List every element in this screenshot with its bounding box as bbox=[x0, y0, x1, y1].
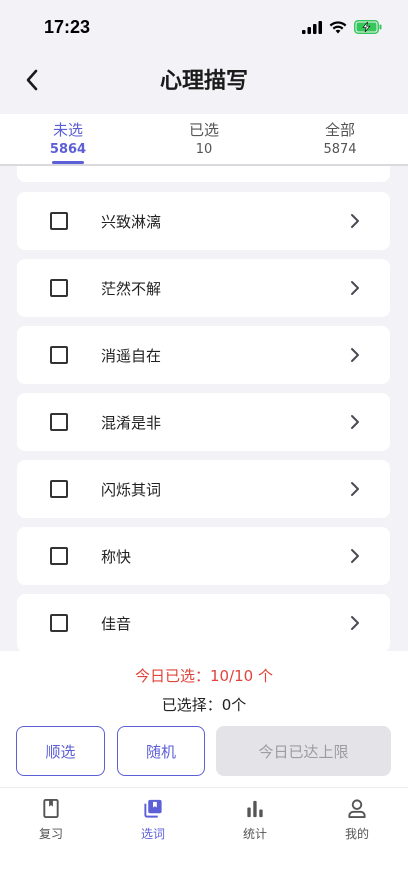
list-item[interactable]: 称快 bbox=[17, 527, 390, 585]
tabbar-label: 复习 bbox=[38, 827, 63, 841]
list-item[interactable]: 佳音 bbox=[17, 594, 390, 651]
tab-label: 未选 bbox=[52, 121, 83, 139]
wifi-icon bbox=[329, 20, 347, 33]
item-label: 称快 bbox=[101, 547, 132, 566]
item-checkbox[interactable] bbox=[50, 614, 68, 632]
item-label: 佳音 bbox=[101, 614, 132, 633]
item-label: 消遥自在 bbox=[101, 346, 162, 365]
chevron-left-icon bbox=[26, 69, 38, 91]
item-checkbox[interactable] bbox=[50, 346, 68, 364]
item-checkbox[interactable] bbox=[50, 547, 68, 565]
person-icon bbox=[348, 799, 366, 819]
tab-label: 已选 bbox=[188, 121, 219, 139]
bar-chart-icon bbox=[247, 800, 263, 818]
list-item[interactable]: 茫然不解 bbox=[17, 259, 390, 317]
chevron-right-icon[interactable] bbox=[350, 347, 360, 363]
list-item[interactable]: 消遥自在 bbox=[17, 326, 390, 384]
nav-bar: 心理描写 bbox=[0, 54, 408, 114]
chevron-right-icon[interactable] bbox=[350, 280, 360, 296]
tabbar-item-review[interactable]: 复习 bbox=[16, 798, 86, 842]
item-label: 混淆是非 bbox=[101, 413, 162, 432]
item-label: 兴致淋漓 bbox=[101, 212, 162, 231]
daily-selected-status: 今日已选：10/10 个 bbox=[135, 667, 273, 685]
item-checkbox[interactable] bbox=[50, 212, 68, 230]
tabbar-item-profile[interactable]: 我的 bbox=[322, 798, 392, 842]
chevron-right-icon[interactable] bbox=[350, 481, 360, 497]
tab-all[interactable]: 全部 5874 bbox=[272, 114, 408, 164]
item-label: 茫然不解 bbox=[101, 279, 162, 298]
status-bar: 17:23 bbox=[0, 0, 408, 54]
tab-unselected[interactable]: 未选 5864 bbox=[0, 114, 136, 164]
home-indicator bbox=[136, 870, 272, 875]
chevron-right-icon[interactable] bbox=[350, 414, 360, 430]
list-item-partial bbox=[17, 166, 390, 182]
list-item[interactable]: 混淆是非 bbox=[17, 393, 390, 451]
battery-charging-icon bbox=[354, 20, 382, 34]
status-time: 17:23 bbox=[44, 16, 91, 37]
chevron-right-icon[interactable] bbox=[350, 213, 360, 229]
word-list[interactable]: 兴致淋漓 茫然不解 消遥自在 混淆是非 闪烁其词 称快 佳音 bbox=[0, 166, 408, 651]
item-checkbox[interactable] bbox=[50, 480, 68, 498]
chevron-right-icon[interactable] bbox=[350, 615, 360, 631]
chevron-right-icon[interactable] bbox=[350, 548, 360, 564]
tabbar-label: 统计 bbox=[242, 827, 267, 841]
item-checkbox[interactable] bbox=[50, 279, 68, 297]
sequential-select-button[interactable]: 顺选 bbox=[16, 726, 105, 776]
tab-selected[interactable]: 已选 10 bbox=[136, 114, 272, 164]
active-tab-indicator bbox=[52, 161, 84, 164]
random-select-button[interactable]: 随机 bbox=[117, 726, 205, 776]
tabbar-label: 选词 bbox=[140, 827, 165, 841]
daily-limit-button[interactable]: 今日已达上限 bbox=[216, 726, 391, 776]
cellular-signal-icon bbox=[302, 20, 322, 34]
tabbar-item-statistics[interactable]: 统计 bbox=[220, 798, 290, 842]
tabbar-label: 我的 bbox=[344, 827, 369, 841]
back-button[interactable] bbox=[16, 64, 48, 96]
book-icon bbox=[43, 798, 59, 819]
item-label: 闪烁其词 bbox=[101, 480, 162, 499]
filter-tabs: 未选 5864 已选 10 全部 5874 bbox=[0, 114, 408, 166]
list-item[interactable]: 兴致淋漓 bbox=[17, 192, 390, 250]
tab-label: 全部 bbox=[324, 121, 355, 139]
cards-icon bbox=[144, 799, 162, 818]
item-checkbox[interactable] bbox=[50, 413, 68, 431]
page-title: 心理描写 bbox=[159, 69, 248, 94]
selection-panel: 今日已选：10/10 个 已选择：0个 顺选 随机 今日已达上限 bbox=[0, 651, 408, 787]
status-icons bbox=[302, 20, 382, 34]
tab-count: 5864 bbox=[49, 142, 87, 157]
selected-count: 已选择：0个 bbox=[161, 696, 247, 714]
list-item[interactable]: 闪烁其词 bbox=[17, 460, 390, 518]
tab-count: 5874 bbox=[323, 142, 357, 157]
tabbar-item-select-words[interactable]: 选词 bbox=[118, 798, 188, 842]
bottom-tab-bar: 复习 选词 统计 我的 bbox=[0, 787, 408, 883]
tab-count: 10 bbox=[195, 142, 213, 157]
